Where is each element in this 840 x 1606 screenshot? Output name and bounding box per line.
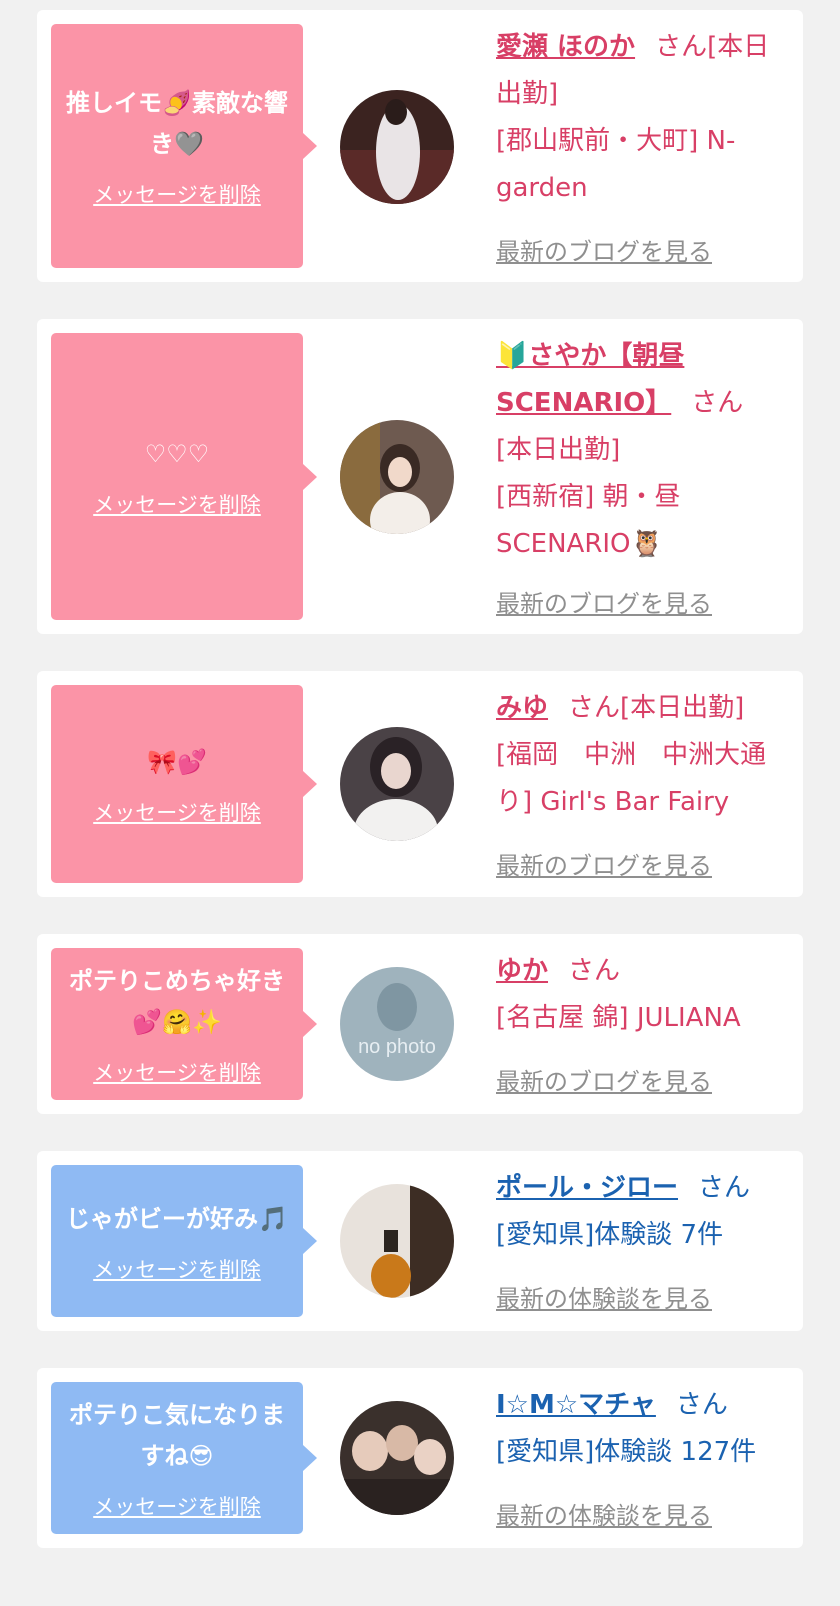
- honorific: さん: [675, 1390, 728, 1420]
- profile-name-link[interactable]: I☆M☆マチャ: [496, 1390, 656, 1420]
- message-card: ♡♡♡ メッセージを削除 🔰さやか【朝昼SCENARIO】 さん [本日出勤] […: [37, 319, 803, 634]
- delete-message-link[interactable]: メッセージを削除: [93, 489, 261, 519]
- latest-review-link[interactable]: 最新の体験談を見る: [496, 1279, 712, 1314]
- profile-info: ポール・ジロー さん [愛知県]体験談 7件: [496, 1165, 783, 1259]
- profile-info: 🔰さやか【朝昼SCENARIO】 さん [本日出勤] [西新宿] 朝・昼SCENA…: [496, 333, 783, 568]
- no-photo-label: no photo: [358, 1036, 436, 1058]
- latest-blog-link[interactable]: 最新のブログを見る: [496, 846, 712, 881]
- delete-message-link[interactable]: メッセージを削除: [93, 1057, 261, 1087]
- profile-name-link[interactable]: 愛瀬 ほのか: [496, 32, 635, 62]
- profile-name-link[interactable]: 🔰さやか【朝昼SCENARIO】: [496, 341, 684, 418]
- message-card: 推しイモ🍠素敵な響き🩶 メッセージを削除 愛瀬 ほのか さん[本日出勤] [郡山駅…: [37, 10, 803, 282]
- message-bubble: じゃがビーが好み🎵 メッセージを削除: [51, 1165, 317, 1317]
- area-shop: [名古屋 錦] JULIANA: [496, 1003, 741, 1033]
- message-text: 🎀💕: [147, 747, 207, 776]
- profile-name-link[interactable]: ポール・ジロー: [496, 1173, 678, 1203]
- delete-message-link[interactable]: メッセージを削除: [93, 1491, 261, 1521]
- delete-message-link[interactable]: メッセージを削除: [93, 179, 261, 209]
- latest-blog-link[interactable]: 最新のブログを見る: [496, 1062, 712, 1097]
- message-card: ポテりこ気になりますね😎 メッセージを削除 I☆M☆マチャ さん [愛知県]体験談…: [37, 1368, 803, 1548]
- avatar[interactable]: [340, 1401, 454, 1515]
- message-bubble: ポテりこめちゃ好き💕🤗✨ メッセージを削除: [51, 948, 317, 1100]
- profile-info: みゆ さん[本日出勤] [福岡 中洲 中洲大通り] Girl's Bar Fair…: [496, 685, 783, 826]
- honorific: さん: [568, 956, 621, 986]
- avatar[interactable]: [340, 727, 454, 841]
- latest-review-link[interactable]: 最新の体験談を見る: [496, 1496, 712, 1531]
- area-shop: [福岡 中洲 中洲大通り] Girl's Bar Fairy: [496, 740, 767, 817]
- honorific: さん: [698, 1173, 751, 1203]
- message-bubble: 🎀💕 メッセージを削除: [51, 685, 317, 883]
- profile-info: 愛瀬 ほのか さん[本日出勤] [郡山駅前・大町] N-garden: [496, 24, 783, 212]
- message-text: ポテりこ気になりますね😎: [69, 1401, 285, 1470]
- honorific: さん: [655, 32, 708, 62]
- area-review-count: [愛知県]体験談 7件: [496, 1220, 724, 1250]
- profile-photo-icon: [340, 1184, 454, 1298]
- no-photo-icon: no photo: [340, 967, 454, 1081]
- profile-name-link[interactable]: ゆか: [496, 956, 548, 986]
- message-text: 推しイモ🍠素敵な響き🩶: [66, 89, 288, 158]
- profile-photo-icon: [340, 727, 454, 841]
- message-bubble: ポテりこ気になりますね😎 メッセージを削除: [51, 1382, 317, 1534]
- message-card: 🎀💕 メッセージを削除 みゆ さん[本日出勤] [福岡 中洲 中洲大通り] Gir…: [37, 671, 803, 897]
- profile-info: ゆか さん [名古屋 錦] JULIANA: [496, 948, 783, 1042]
- message-text: ポテりこめちゃ好き💕🤗✨: [69, 967, 285, 1036]
- honorific: さん: [691, 388, 744, 418]
- avatar[interactable]: no photo: [340, 967, 454, 1081]
- avatar[interactable]: [340, 420, 454, 534]
- area-review-count: [愛知県]体験談 127件: [496, 1437, 757, 1467]
- profile-photo-icon: [340, 1401, 454, 1515]
- message-card: ポテりこめちゃ好き💕🤗✨ メッセージを削除 no photo ゆか さん [名古屋…: [37, 934, 803, 1114]
- area-shop: [西新宿] 朝・昼SCENARIO🦉: [496, 482, 681, 559]
- work-status: [本日出勤]: [620, 693, 745, 723]
- message-text: じゃがビーが好み🎵: [66, 1204, 288, 1233]
- message-bubble: 推しイモ🍠素敵な響き🩶 メッセージを削除: [51, 24, 317, 268]
- latest-blog-link[interactable]: 最新のブログを見る: [496, 584, 712, 619]
- delete-message-link[interactable]: メッセージを削除: [93, 797, 261, 827]
- avatar[interactable]: [340, 1184, 454, 1298]
- avatar[interactable]: [340, 90, 454, 204]
- message-bubble: ♡♡♡ メッセージを削除: [51, 333, 317, 620]
- honorific: さん: [568, 693, 621, 723]
- profile-photo-icon: [340, 420, 454, 534]
- profile-info: I☆M☆マチャ さん [愛知県]体験談 127件: [496, 1382, 783, 1476]
- latest-blog-link[interactable]: 最新のブログを見る: [496, 232, 712, 267]
- message-card: じゃがビーが好み🎵 メッセージを削除 ポール・ジロー さん [愛知県]体験談 7件…: [37, 1151, 803, 1331]
- delete-message-link[interactable]: メッセージを削除: [93, 1254, 261, 1284]
- message-text: ♡♡♡: [144, 440, 210, 468]
- work-status: [本日出勤]: [496, 435, 621, 465]
- area-shop: [郡山駅前・大町] N-garden: [496, 126, 736, 203]
- profile-name-link[interactable]: みゆ: [496, 693, 548, 723]
- profile-photo-icon: [340, 90, 454, 204]
